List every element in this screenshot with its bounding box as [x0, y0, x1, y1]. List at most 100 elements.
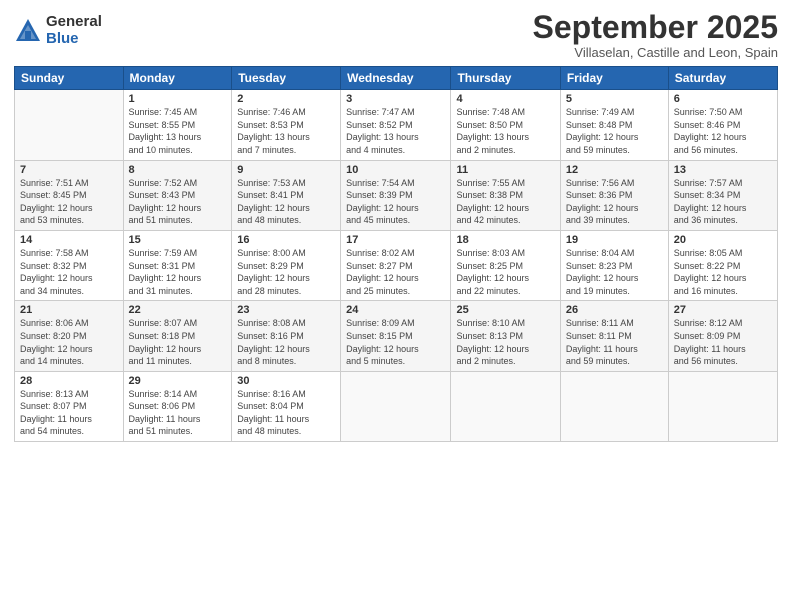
calendar-header-row: SundayMondayTuesdayWednesdayThursdayFrid… [15, 67, 778, 90]
day-number: 5 [566, 93, 663, 105]
day-number: 22 [129, 304, 227, 316]
day-number: 26 [566, 304, 663, 316]
day-number: 30 [237, 375, 335, 387]
calendar-cell: 22Sunrise: 8:07 AM Sunset: 8:18 PM Dayli… [123, 301, 232, 371]
day-number: 1 [129, 93, 227, 105]
day-info: Sunrise: 8:09 AM Sunset: 8:15 PM Dayligh… [346, 317, 445, 367]
day-number: 13 [674, 164, 772, 176]
day-number: 19 [566, 234, 663, 246]
calendar-cell [15, 90, 124, 160]
calendar-cell: 29Sunrise: 8:14 AM Sunset: 8:06 PM Dayli… [123, 371, 232, 441]
col-header-friday: Friday [560, 67, 668, 90]
calendar-cell: 10Sunrise: 7:54 AM Sunset: 8:39 PM Dayli… [341, 160, 451, 230]
day-number: 20 [674, 234, 772, 246]
calendar-week-0: 1Sunrise: 7:45 AM Sunset: 8:55 PM Daylig… [15, 90, 778, 160]
day-number: 12 [566, 164, 663, 176]
day-number: 6 [674, 93, 772, 105]
day-info: Sunrise: 8:11 AM Sunset: 8:11 PM Dayligh… [566, 317, 663, 367]
calendar-cell: 13Sunrise: 7:57 AM Sunset: 8:34 PM Dayli… [668, 160, 777, 230]
day-info: Sunrise: 7:50 AM Sunset: 8:46 PM Dayligh… [674, 106, 772, 156]
calendar-cell: 23Sunrise: 8:08 AM Sunset: 8:16 PM Dayli… [232, 301, 341, 371]
calendar-cell: 21Sunrise: 8:06 AM Sunset: 8:20 PM Dayli… [15, 301, 124, 371]
day-number: 7 [20, 164, 118, 176]
day-info: Sunrise: 8:13 AM Sunset: 8:07 PM Dayligh… [20, 388, 118, 438]
calendar-cell: 18Sunrise: 8:03 AM Sunset: 8:25 PM Dayli… [451, 230, 560, 300]
day-info: Sunrise: 7:52 AM Sunset: 8:43 PM Dayligh… [129, 177, 227, 227]
title-area: September 2025 Villaselan, Castille and … [533, 10, 778, 60]
calendar-cell: 5Sunrise: 7:49 AM Sunset: 8:48 PM Daylig… [560, 90, 668, 160]
day-info: Sunrise: 8:06 AM Sunset: 8:20 PM Dayligh… [20, 317, 118, 367]
logo-icon [14, 17, 42, 45]
day-number: 23 [237, 304, 335, 316]
col-header-thursday: Thursday [451, 67, 560, 90]
calendar-cell: 24Sunrise: 8:09 AM Sunset: 8:15 PM Dayli… [341, 301, 451, 371]
day-info: Sunrise: 8:08 AM Sunset: 8:16 PM Dayligh… [237, 317, 335, 367]
day-info: Sunrise: 8:16 AM Sunset: 8:04 PM Dayligh… [237, 388, 335, 438]
day-info: Sunrise: 8:02 AM Sunset: 8:27 PM Dayligh… [346, 247, 445, 297]
calendar-cell: 20Sunrise: 8:05 AM Sunset: 8:22 PM Dayli… [668, 230, 777, 300]
day-info: Sunrise: 7:55 AM Sunset: 8:38 PM Dayligh… [456, 177, 554, 227]
calendar-week-4: 28Sunrise: 8:13 AM Sunset: 8:07 PM Dayli… [15, 371, 778, 441]
day-info: Sunrise: 7:57 AM Sunset: 8:34 PM Dayligh… [674, 177, 772, 227]
day-number: 16 [237, 234, 335, 246]
day-info: Sunrise: 7:45 AM Sunset: 8:55 PM Dayligh… [129, 106, 227, 156]
col-header-monday: Monday [123, 67, 232, 90]
col-header-tuesday: Tuesday [232, 67, 341, 90]
day-info: Sunrise: 7:49 AM Sunset: 8:48 PM Dayligh… [566, 106, 663, 156]
day-info: Sunrise: 7:56 AM Sunset: 8:36 PM Dayligh… [566, 177, 663, 227]
calendar-cell [341, 371, 451, 441]
calendar-cell: 15Sunrise: 7:59 AM Sunset: 8:31 PM Dayli… [123, 230, 232, 300]
logo-blue: Blue [46, 31, 102, 48]
day-number: 28 [20, 375, 118, 387]
month-title: September 2025 [533, 10, 778, 45]
calendar-week-1: 7Sunrise: 7:51 AM Sunset: 8:45 PM Daylig… [15, 160, 778, 230]
day-info: Sunrise: 7:59 AM Sunset: 8:31 PM Dayligh… [129, 247, 227, 297]
calendar-cell: 17Sunrise: 8:02 AM Sunset: 8:27 PM Dayli… [341, 230, 451, 300]
calendar-cell: 7Sunrise: 7:51 AM Sunset: 8:45 PM Daylig… [15, 160, 124, 230]
day-number: 11 [456, 164, 554, 176]
day-number: 8 [129, 164, 227, 176]
day-number: 10 [346, 164, 445, 176]
calendar-cell: 11Sunrise: 7:55 AM Sunset: 8:38 PM Dayli… [451, 160, 560, 230]
day-number: 24 [346, 304, 445, 316]
day-info: Sunrise: 8:12 AM Sunset: 8:09 PM Dayligh… [674, 317, 772, 367]
day-info: Sunrise: 7:53 AM Sunset: 8:41 PM Dayligh… [237, 177, 335, 227]
day-info: Sunrise: 8:14 AM Sunset: 8:06 PM Dayligh… [129, 388, 227, 438]
header: General Blue September 2025 Villaselan, … [14, 10, 778, 60]
calendar-cell: 12Sunrise: 7:56 AM Sunset: 8:36 PM Dayli… [560, 160, 668, 230]
logo: General Blue [14, 14, 102, 47]
day-number: 25 [456, 304, 554, 316]
calendar-cell: 1Sunrise: 7:45 AM Sunset: 8:55 PM Daylig… [123, 90, 232, 160]
day-number: 3 [346, 93, 445, 105]
calendar-cell: 4Sunrise: 7:48 AM Sunset: 8:50 PM Daylig… [451, 90, 560, 160]
day-info: Sunrise: 8:04 AM Sunset: 8:23 PM Dayligh… [566, 247, 663, 297]
logo-general: General [46, 14, 102, 31]
calendar-cell: 27Sunrise: 8:12 AM Sunset: 8:09 PM Dayli… [668, 301, 777, 371]
day-number: 4 [456, 93, 554, 105]
day-info: Sunrise: 8:00 AM Sunset: 8:29 PM Dayligh… [237, 247, 335, 297]
calendar-cell [668, 371, 777, 441]
col-header-wednesday: Wednesday [341, 67, 451, 90]
calendar-cell: 8Sunrise: 7:52 AM Sunset: 8:43 PM Daylig… [123, 160, 232, 230]
day-number: 21 [20, 304, 118, 316]
day-number: 27 [674, 304, 772, 316]
day-info: Sunrise: 7:51 AM Sunset: 8:45 PM Dayligh… [20, 177, 118, 227]
day-info: Sunrise: 8:07 AM Sunset: 8:18 PM Dayligh… [129, 317, 227, 367]
calendar-cell [451, 371, 560, 441]
calendar: SundayMondayTuesdayWednesdayThursdayFrid… [14, 66, 778, 442]
col-header-saturday: Saturday [668, 67, 777, 90]
day-info: Sunrise: 7:46 AM Sunset: 8:53 PM Dayligh… [237, 106, 335, 156]
calendar-cell: 28Sunrise: 8:13 AM Sunset: 8:07 PM Dayli… [15, 371, 124, 441]
day-number: 29 [129, 375, 227, 387]
logo-text: General Blue [46, 14, 102, 47]
calendar-cell: 16Sunrise: 8:00 AM Sunset: 8:29 PM Dayli… [232, 230, 341, 300]
day-number: 17 [346, 234, 445, 246]
day-info: Sunrise: 8:10 AM Sunset: 8:13 PM Dayligh… [456, 317, 554, 367]
day-info: Sunrise: 8:05 AM Sunset: 8:22 PM Dayligh… [674, 247, 772, 297]
page: General Blue September 2025 Villaselan, … [0, 0, 792, 612]
calendar-week-2: 14Sunrise: 7:58 AM Sunset: 8:32 PM Dayli… [15, 230, 778, 300]
subtitle: Villaselan, Castille and Leon, Spain [533, 45, 778, 60]
calendar-cell: 6Sunrise: 7:50 AM Sunset: 8:46 PM Daylig… [668, 90, 777, 160]
day-info: Sunrise: 7:48 AM Sunset: 8:50 PM Dayligh… [456, 106, 554, 156]
calendar-week-3: 21Sunrise: 8:06 AM Sunset: 8:20 PM Dayli… [15, 301, 778, 371]
